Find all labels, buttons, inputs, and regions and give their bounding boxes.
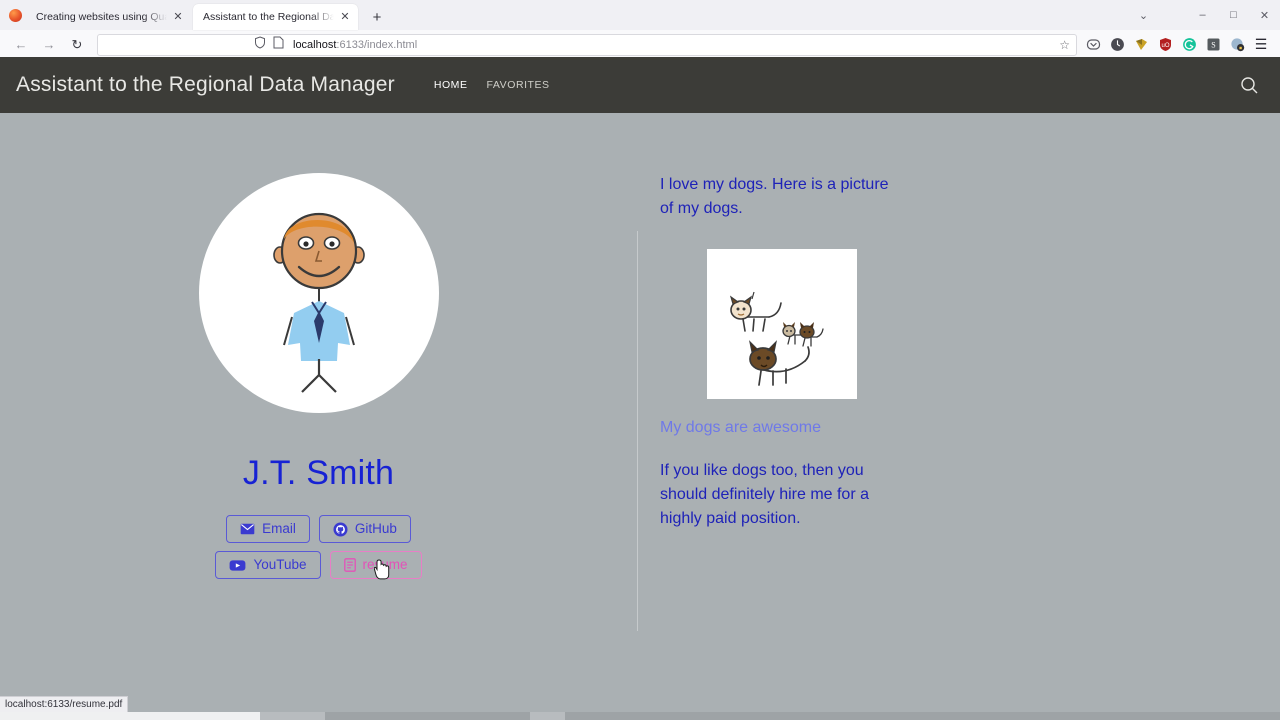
bookmark-star-icon[interactable]: ☆: [1059, 38, 1070, 52]
list-all-tabs-icon[interactable]: ⌄: [1128, 0, 1159, 30]
dogs-image: [707, 248, 857, 399]
account-icon[interactable]: [1107, 35, 1127, 55]
search-icon: [1240, 76, 1257, 93]
profile-links: Email GitHub YouTube resume: [215, 515, 422, 581]
browser-tab-2[interactable]: Assistant to the Regional Data Man ✕: [193, 4, 358, 30]
avatar: [198, 173, 439, 413]
minimize-button[interactable]: –: [1187, 0, 1218, 30]
column-divider: [637, 231, 638, 631]
tab-title: Assistant to the Regional Data Man: [203, 11, 334, 23]
page-info-icon[interactable]: [273, 36, 284, 54]
youtube-button-label: YouTube: [253, 557, 307, 573]
mouse-cursor-icon: [373, 559, 392, 581]
close-window-button[interactable]: ✕: [1249, 0, 1280, 30]
nav-link-home[interactable]: HOME: [434, 79, 468, 91]
github-button-label: GitHub: [354, 521, 397, 536]
firefox-logo-icon: [4, 0, 26, 30]
stick-figure-portrait-icon: [272, 212, 365, 393]
forward-button[interactable]: →: [35, 33, 63, 57]
new-tab-button[interactable]: +: [364, 4, 390, 30]
status-bar: localhost:6133/resume.pdf: [0, 696, 129, 712]
dogs-drawing-icon: [707, 248, 857, 399]
youtube-icon: [229, 559, 246, 572]
svg-text:S: S: [1211, 41, 1215, 50]
site-search-button[interactable]: [1234, 70, 1264, 100]
email-button[interactable]: Email: [226, 515, 310, 544]
shield-icon[interactable]: [254, 35, 266, 54]
scrollbar-track-segment: [325, 712, 530, 720]
grammarly-icon[interactable]: [1179, 35, 1199, 55]
address-bar[interactable]: localhost:6133/index.html ☆: [97, 33, 1077, 56]
reload-button[interactable]: ↻: [63, 33, 91, 57]
youtube-button[interactable]: YouTube: [215, 551, 321, 580]
browser-toolbar: ← → ↻ localhost:6133/index.html ☆ uO S ☰: [0, 30, 1280, 60]
page-viewport: Assistant to the Regional Data Manager H…: [0, 57, 1280, 712]
url-host: localhost: [293, 38, 337, 51]
github-icon: [333, 522, 348, 537]
profile-name: J.T. Smith: [242, 454, 395, 492]
envelope-icon: [240, 523, 255, 535]
ublock-origin-icon[interactable]: uO: [1155, 35, 1175, 55]
profile-links-row-2: YouTube resume: [215, 551, 422, 581]
pocket-icon[interactable]: [1083, 35, 1103, 55]
email-button-label: Email: [262, 521, 296, 536]
page-content: J.T. Smith Email GitHub YouTube resume I…: [0, 113, 1280, 712]
nav-link-favorites[interactable]: FAVORITES: [487, 79, 550, 91]
extension-toolbar: uO S: [1083, 35, 1249, 55]
intro-paragraph: I love my dogs. Here is a picture of my …: [660, 176, 889, 218]
document-icon: [343, 558, 356, 573]
stylus-icon[interactable]: S: [1203, 35, 1223, 55]
resume-button[interactable]: resume: [329, 551, 422, 581]
window-controls: ⌄ – □ ✕: [1128, 0, 1280, 30]
github-button[interactable]: GitHub: [318, 515, 411, 544]
closing-paragraph: If you like dogs too, then you should de…: [660, 461, 869, 528]
site-navbar: Assistant to the Regional Data Manager H…: [0, 57, 1280, 113]
browser-tab-1[interactable]: Creating websites using Quarto and ✕: [26, 4, 191, 30]
bitwarden-icon[interactable]: [1131, 35, 1151, 55]
application-menu-button[interactable]: ☰: [1249, 34, 1273, 56]
tab-title: Creating websites using Quarto and: [36, 11, 167, 23]
back-button[interactable]: ←: [7, 33, 35, 57]
maximize-button[interactable]: □: [1218, 0, 1249, 30]
site-nav-links: HOME FAVORITES: [434, 79, 550, 91]
close-icon[interactable]: ✕: [171, 10, 185, 24]
dogs-link[interactable]: My dogs are awesome: [660, 419, 821, 437]
privacy-badger-icon[interactable]: [1227, 35, 1247, 55]
url-text: localhost:6133/index.html: [293, 39, 417, 51]
close-icon[interactable]: ✕: [338, 10, 352, 24]
scrollbar-track-segment: [565, 712, 1280, 720]
profile-links-row-1: Email GitHub: [226, 515, 411, 544]
url-path: :6133/index.html: [336, 38, 418, 51]
about-column: I love my dogs. Here is a picture of my …: [637, 173, 1057, 712]
svg-text:uO: uO: [1161, 43, 1169, 49]
tab-strip: Creating websites using Quarto and ✕ Ass…: [0, 0, 1280, 30]
profile-column: J.T. Smith Email GitHub YouTube resume: [0, 173, 637, 712]
horizontal-scrollbar[interactable]: [0, 712, 1280, 720]
scrollbar-thumb[interactable]: [0, 712, 260, 720]
browser-window: Creating websites using Quarto and ✕ Ass…: [0, 0, 1280, 720]
page-title: Assistant to the Regional Data Manager: [16, 73, 395, 96]
